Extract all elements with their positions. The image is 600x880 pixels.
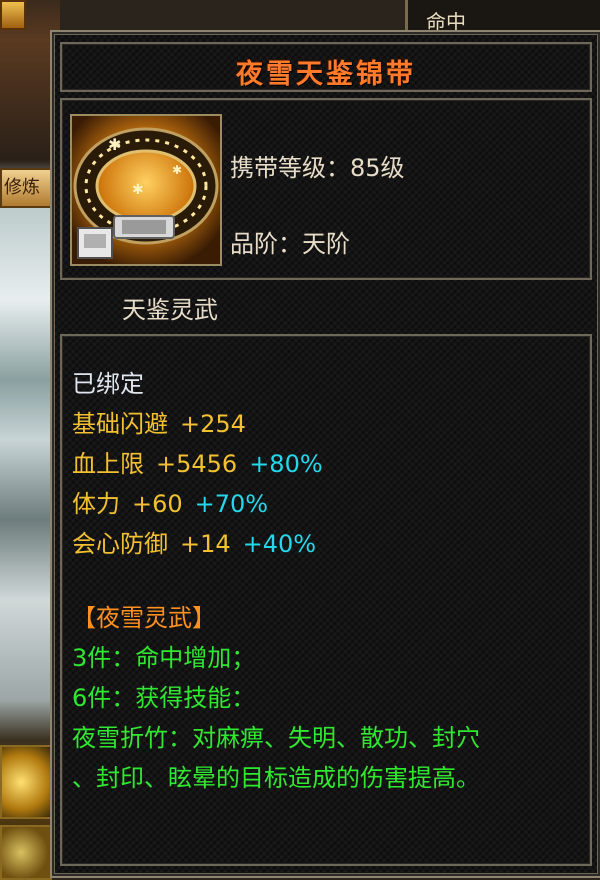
- stat-label: 血上限: [72, 450, 144, 478]
- set-effect-line: 6件：获得技能：: [72, 684, 256, 712]
- svg-text:✱: ✱: [132, 182, 144, 198]
- stat-value: +14: [180, 530, 231, 558]
- stat-label: 体力: [72, 490, 120, 518]
- stat-row: 会心防御 +14 +40%: [72, 524, 316, 559]
- svg-text:✱: ✱: [108, 135, 121, 154]
- set-effect-line: 3件：命中增加；: [72, 644, 256, 672]
- item-info-box: ✱ ✱ ✱ 携带等级：85级 品阶：天阶: [60, 98, 592, 280]
- title-box: 夜雪天鉴锦带: [60, 42, 592, 92]
- attributes-box: 已绑定 基础闪避 +254 血上限 +5456 +80% 体力 +60 +70% 会心防御…: [60, 334, 592, 866]
- skill-slot-icon[interactable]: [0, 825, 52, 880]
- set-name-text: 天鉴灵武: [122, 296, 218, 324]
- grade-text: 品阶：天阶: [230, 230, 350, 258]
- item-tooltip: 夜雪天鉴锦带 ✱ ✱ ✱ 携带等级：85级 品阶：天阶 天鉴灵武 已绑定 基础闪…: [50, 30, 600, 878]
- stat-bonus: +80%: [249, 450, 323, 478]
- bound-status: 已绑定: [72, 370, 144, 398]
- belt-icon: ✱ ✱ ✱: [70, 114, 222, 266]
- stat-row: 体力 +60 +70%: [72, 484, 268, 519]
- skill-slot-icon[interactable]: [0, 745, 52, 819]
- stat-label: 基础闪避: [72, 410, 168, 438]
- stat-row: 基础闪避 +254: [72, 404, 246, 439]
- stat-value: +5456: [156, 450, 238, 478]
- cultivation-button[interactable]: 修炼: [0, 168, 54, 208]
- set-effect-line: 夜雪折竹：对麻痹、失明、散功、封穴: [72, 724, 480, 752]
- set-effect-line: 、封印、眩晕的目标造成的伤害提高。: [72, 764, 480, 792]
- set-title: 【夜雪灵武】: [72, 604, 216, 632]
- background-stat-panel: 命中: [405, 0, 600, 34]
- stat-value: +254: [180, 410, 246, 438]
- stat-value: +60: [132, 490, 183, 518]
- svg-text:✱: ✱: [172, 163, 182, 177]
- item-name: 夜雪天鉴锦带: [236, 59, 416, 90]
- stat-label: 会心防御: [72, 530, 168, 558]
- stat-bonus: +70%: [194, 490, 269, 518]
- carry-level-text: 携带等级：85级: [230, 154, 405, 182]
- scene-corner-button[interactable]: [0, 0, 26, 30]
- stat-row: 血上限 +5456 +80%: [72, 444, 323, 479]
- stat-bonus: +40%: [242, 530, 317, 558]
